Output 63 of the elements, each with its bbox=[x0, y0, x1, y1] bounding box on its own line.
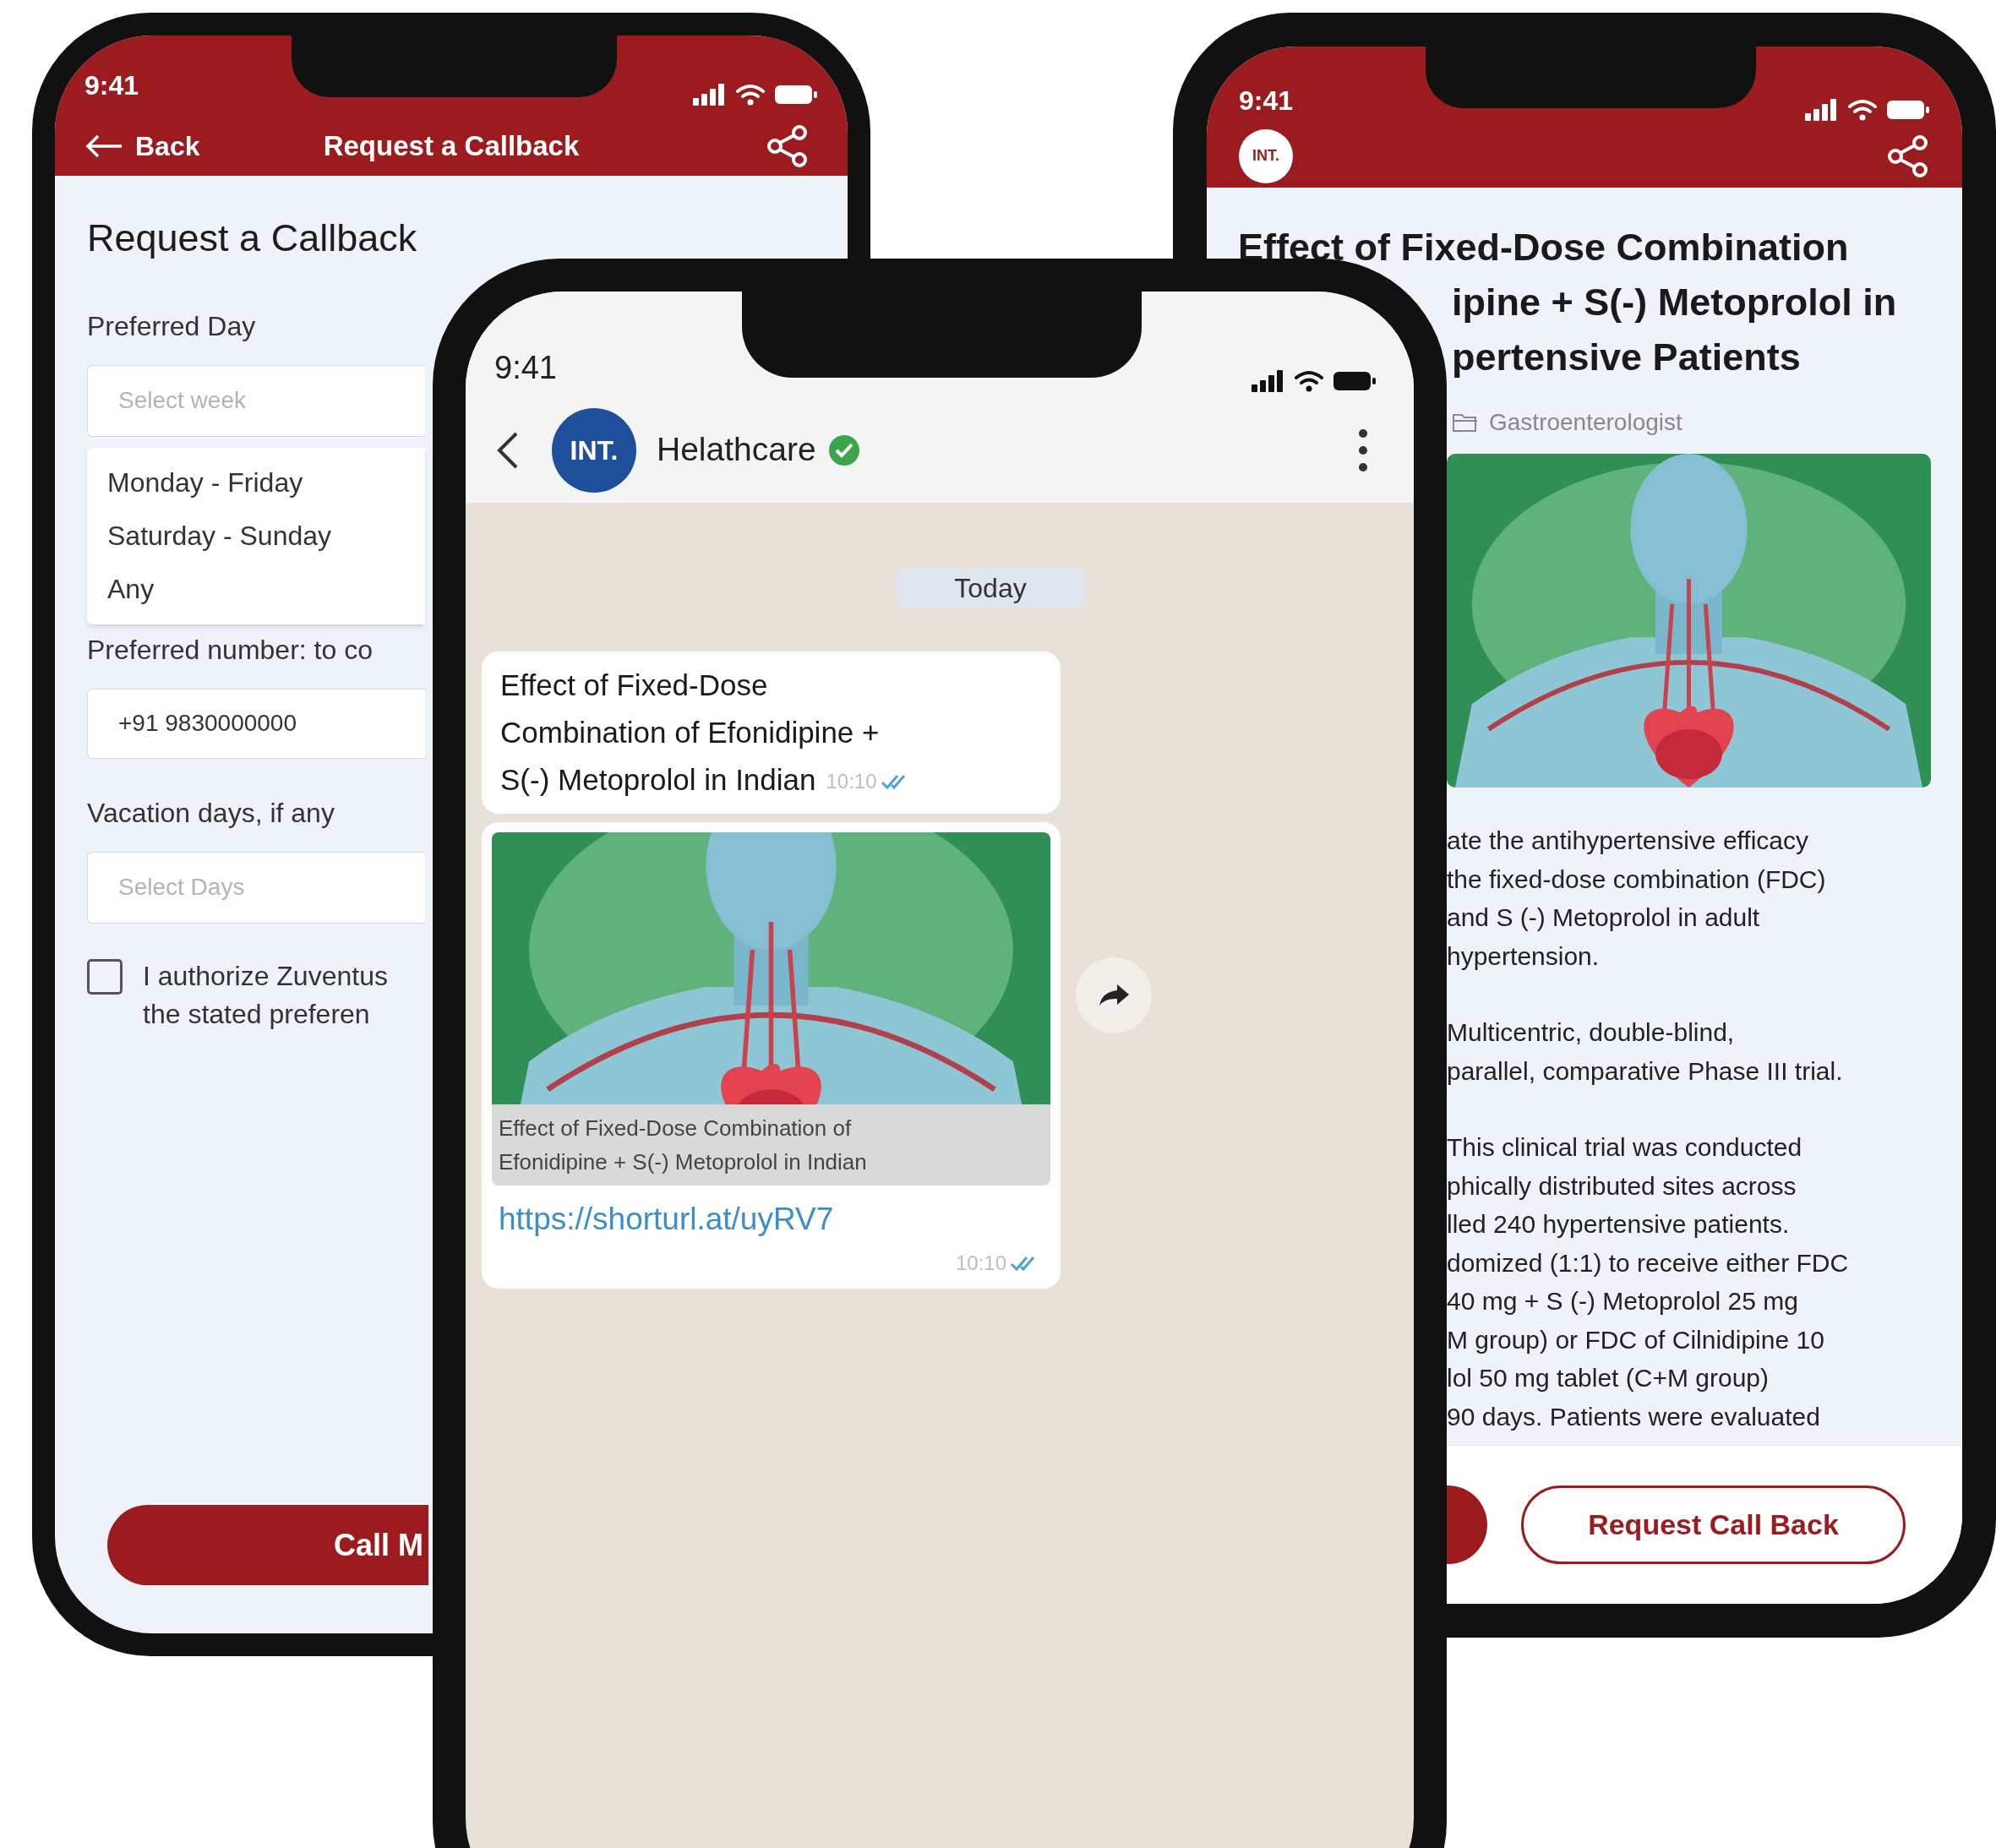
call-button[interactable]: Call M bbox=[107, 1505, 428, 1585]
article-text: phically distributed sites across bbox=[1447, 1170, 1797, 1202]
article-text: parallel, comparative Phase III trial. bbox=[1447, 1055, 1844, 1087]
message-time: 10:10 bbox=[826, 769, 877, 794]
page-heading: Request a Callback bbox=[87, 215, 418, 261]
battery-icon bbox=[774, 84, 818, 106]
dropdown-option[interactable]: Saturday - Sunday bbox=[87, 509, 425, 563]
article-text: M group) or FDC of Cilnidipine 10 bbox=[1447, 1324, 1825, 1355]
article-title: ipine + S(-) Metoprolol in bbox=[1452, 280, 1897, 325]
article-text: ate the antihypertensive efficacy bbox=[1447, 826, 1810, 856]
status-time: 9:41 bbox=[494, 349, 557, 387]
consent-text: I authorize Zuventus bbox=[143, 959, 388, 993]
status-time: 9:41 bbox=[1239, 84, 1294, 117]
message-text: Combination of Efonidipine + bbox=[500, 715, 880, 750]
message-time: 10:10 bbox=[955, 1250, 1006, 1276]
battery-icon bbox=[1886, 99, 1930, 121]
caption-text: Efonidipine + S(-) Metoprolol in Indian bbox=[499, 1148, 868, 1176]
article-text: hypertension. bbox=[1447, 940, 1601, 972]
share-icon[interactable] bbox=[766, 123, 810, 168]
consent-text: the stated preferen bbox=[143, 997, 371, 1031]
checkbox[interactable] bbox=[87, 958, 123, 995]
contact-name[interactable]: Helathcare bbox=[657, 425, 816, 475]
message-text: S(-) Metoprolol in Indian bbox=[500, 762, 816, 798]
back-arrow-icon bbox=[85, 133, 123, 159]
brand-logo: INT. bbox=[1239, 128, 1293, 183]
article-text: lol 50 mg tablet (C+M group) bbox=[1447, 1363, 1770, 1393]
article-text: Multicentric, double-blind, bbox=[1447, 1017, 1736, 1048]
article-text: 40 mg + S (-) Metoprolol 25 mg bbox=[1447, 1286, 1799, 1316]
signal-icon bbox=[1805, 99, 1839, 121]
signal-icon bbox=[693, 84, 727, 106]
message-text: Effect of Fixed-Dose bbox=[500, 668, 768, 703]
article-text: 90 days. Patients were evaluated bbox=[1447, 1401, 1821, 1432]
article-text: domized (1:1) to receive either FDC bbox=[1447, 1247, 1850, 1278]
message-link[interactable]: https://shorturl.at/uyRV7 bbox=[492, 1196, 1050, 1243]
field-label: Preferred Day bbox=[87, 309, 257, 343]
folder-icon bbox=[1452, 412, 1479, 433]
article-text: lled 240 hypertensive patients. bbox=[1447, 1209, 1791, 1240]
article-text: and S (-) Metoprolol in adult bbox=[1447, 902, 1761, 933]
back-button[interactable]: Back bbox=[85, 125, 200, 166]
caption-text: Effect of Fixed-Dose Combination of bbox=[499, 1115, 853, 1142]
select-field[interactable]: Select Days bbox=[87, 851, 425, 924]
dropdown-option[interactable]: Monday - Friday bbox=[87, 455, 425, 510]
more-icon[interactable] bbox=[1358, 428, 1368, 472]
header-title: Request a Callback bbox=[323, 128, 580, 163]
share-icon[interactable] bbox=[1886, 134, 1930, 178]
signal-icon bbox=[1252, 370, 1285, 392]
field-label: Vacation days, if any bbox=[87, 796, 335, 830]
article-title: pertensive Patients bbox=[1452, 335, 1801, 380]
field-label: Preferred number: to co bbox=[87, 633, 374, 667]
request-call-back-button[interactable]: Request Call Back bbox=[1521, 1485, 1906, 1564]
category-label: Gastroenterologist bbox=[1489, 408, 1682, 437]
select-field[interactable]: Select week bbox=[87, 364, 425, 437]
phone-number-field[interactable]: +91 9830000000 bbox=[87, 688, 425, 759]
article-text: the fixed-dose combination (FDC) bbox=[1447, 864, 1827, 895]
wifi-icon bbox=[735, 84, 766, 106]
avatar[interactable]: INT. bbox=[552, 407, 636, 493]
date-chip: Today bbox=[895, 567, 1086, 609]
wifi-icon bbox=[1294, 370, 1324, 392]
article-text: This clinical trial was conducted bbox=[1447, 1132, 1803, 1163]
status-time: 9:41 bbox=[85, 69, 139, 102]
battery-icon bbox=[1333, 370, 1377, 392]
dropdown-option[interactable]: Any bbox=[87, 562, 425, 616]
wifi-icon bbox=[1847, 99, 1878, 121]
